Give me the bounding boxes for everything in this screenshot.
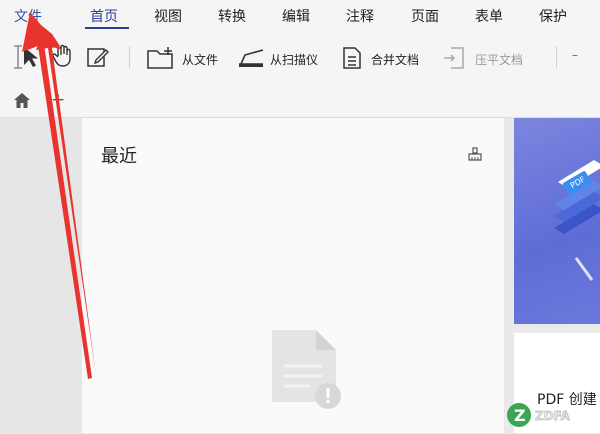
tab-page[interactable]: 页面 — [411, 6, 439, 26]
hand-icon[interactable] — [52, 44, 74, 72]
tab-edit[interactable]: 编辑 — [282, 6, 310, 26]
scanner-icon[interactable] — [237, 48, 265, 72]
folder-add-icon[interactable] — [146, 46, 176, 74]
flatten-icon[interactable] — [443, 46, 467, 74]
from-file-button[interactable]: 从文件 — [182, 51, 218, 68]
edit-icon[interactable] — [86, 46, 110, 72]
tab-convert[interactable]: 转换 — [218, 6, 246, 26]
panel-gutter — [504, 118, 514, 433]
menu-file[interactable]: 文件 — [14, 6, 42, 26]
new-tab-button[interactable]: + — [51, 90, 65, 110]
minimize-ribbon-button[interactable]: – — [572, 48, 578, 62]
active-tab-underline — [85, 27, 129, 29]
menu-bar: 文件 首页 视图 转换 编辑 注释 页面 表单 保护 — [0, 0, 600, 34]
document-icon[interactable] — [341, 46, 363, 74]
watermark-logo: Z ZDFA — [505, 400, 600, 434]
toolbar-separator — [556, 46, 557, 68]
tab-view[interactable]: 视图 — [154, 6, 182, 26]
tab-protect[interactable]: 保护 — [539, 6, 567, 26]
clear-list-icon[interactable] — [468, 146, 482, 165]
tab-annotate[interactable]: 注释 — [346, 6, 374, 26]
pdf-stack-illustration — [554, 160, 600, 281]
toolbar-separator — [129, 46, 130, 68]
select-arrow-icon[interactable] — [22, 46, 38, 72]
merge-documents-button[interactable]: 合并文档 — [371, 51, 419, 68]
from-scanner-button[interactable]: 从扫描仪 — [270, 51, 318, 68]
tab-home[interactable]: 首页 — [90, 6, 118, 26]
flatten-documents-button[interactable]: 压平文档 — [475, 51, 523, 68]
home-icon[interactable] — [13, 92, 31, 113]
document-tab-strip: + — [0, 84, 600, 118]
left-sidebar — [0, 118, 82, 433]
tab-form[interactable]: 表单 — [475, 6, 503, 26]
empty-document-icon — [270, 328, 346, 418]
svg-text:Z: Z — [514, 406, 526, 425]
recent-panel: 最近 — [82, 118, 504, 433]
recent-title: 最近 — [101, 146, 137, 167]
ribbon-toolbar: 从文件 从扫描仪 合并文档 压平文档 – — [0, 34, 600, 84]
svg-text:ZDFA: ZDFA — [535, 409, 570, 423]
promo-banner[interactable]: PDF — [514, 118, 600, 324]
